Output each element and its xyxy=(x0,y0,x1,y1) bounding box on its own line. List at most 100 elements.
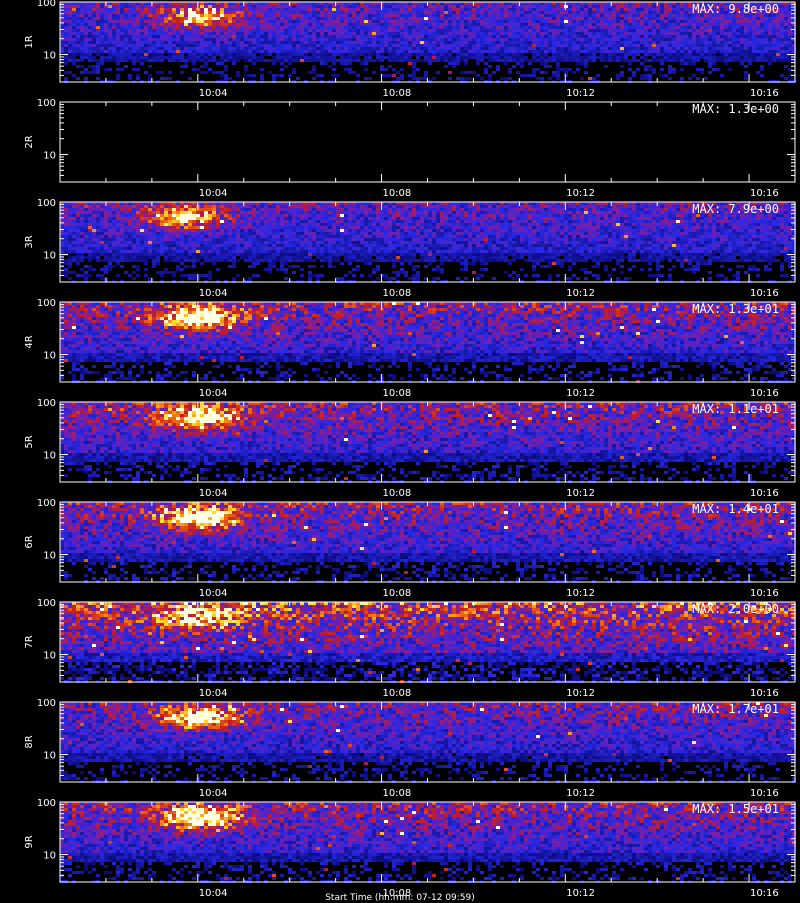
heatmap-cell xyxy=(184,11,188,14)
heatmap-cell xyxy=(676,23,680,26)
heatmap-cell xyxy=(464,41,468,44)
heatmap-cell xyxy=(524,35,528,38)
heatmap-cell xyxy=(680,50,684,53)
heatmap-cell xyxy=(88,32,92,35)
heatmap-cell xyxy=(652,71,656,74)
heatmap-cell xyxy=(304,32,308,35)
heatmap-cell xyxy=(784,23,788,26)
heatmap-cell xyxy=(448,41,452,44)
heatmap-cell xyxy=(168,232,172,235)
heatmap-cell xyxy=(460,59,464,62)
heatmap-cell xyxy=(132,250,136,253)
heatmap-cell xyxy=(512,53,516,56)
heatmap-cell xyxy=(528,26,532,29)
heatmap-cell xyxy=(220,50,224,53)
heatmap-cell xyxy=(244,68,248,71)
heatmap-cell xyxy=(64,59,68,62)
heatmap-cell xyxy=(204,235,208,238)
heatmap-cell xyxy=(480,14,484,17)
heatmap-cell xyxy=(548,23,552,26)
heatmap-cell xyxy=(320,32,324,35)
heatmap-cell xyxy=(108,265,112,268)
heatmap-cell xyxy=(216,41,220,44)
heatmap-cell xyxy=(652,56,656,59)
heatmap-cell xyxy=(376,23,380,26)
heatmap-cell xyxy=(84,205,88,208)
heatmap-cell xyxy=(116,20,120,23)
heatmap-cell xyxy=(484,5,488,8)
heatmap-cell xyxy=(576,59,580,62)
heatmap-cell xyxy=(68,229,72,232)
heatmap-cell xyxy=(696,50,700,53)
heatmap-cell xyxy=(144,23,148,26)
heatmap-cell xyxy=(96,259,100,262)
heatmap-cell xyxy=(128,208,132,211)
heatmap-cell xyxy=(196,53,200,56)
heatmap-cell xyxy=(460,41,464,44)
heatmap-cell xyxy=(180,47,184,50)
heatmap-cell xyxy=(376,29,380,32)
heatmap-cell xyxy=(332,38,336,41)
heatmap-cell xyxy=(680,23,684,26)
heatmap-cell xyxy=(156,229,160,232)
heatmap-cell xyxy=(208,208,212,211)
heatmap-cell xyxy=(624,14,628,17)
heatmap-cell xyxy=(424,11,428,14)
heatmap-cell xyxy=(372,53,376,56)
heatmap-cell xyxy=(204,229,208,232)
heatmap-cell xyxy=(456,20,460,23)
heatmap-cell xyxy=(64,5,68,8)
heatmap-cell xyxy=(500,50,504,53)
heatmap-cell xyxy=(252,17,256,20)
heatmap-cell xyxy=(96,208,100,211)
heatmap-cell xyxy=(400,47,404,50)
heatmap-cell xyxy=(264,47,268,50)
heatmap-cell xyxy=(324,11,328,14)
heatmap-cell xyxy=(108,47,112,50)
heatmap-cell xyxy=(468,14,472,17)
heatmap-cell xyxy=(748,35,752,38)
heatmap-cell xyxy=(128,20,132,23)
heatmap-cell xyxy=(640,35,644,38)
heatmap-cell xyxy=(456,8,460,11)
heatmap-cell xyxy=(100,29,104,32)
heatmap-cell xyxy=(88,44,92,47)
heatmap-cell xyxy=(176,41,180,44)
heatmap-cell xyxy=(352,56,356,59)
heatmap-cell xyxy=(644,32,648,35)
heatmap-cell xyxy=(336,11,340,14)
heatmap-cell xyxy=(84,44,88,47)
heatmap-cell xyxy=(324,32,328,35)
heatmap-cell xyxy=(276,35,280,38)
heatmap-cell xyxy=(360,14,364,17)
heatmap-cell xyxy=(72,17,76,20)
heatmap-cell xyxy=(92,68,96,71)
heatmap-cell xyxy=(268,44,272,47)
heatmap-cell xyxy=(620,14,624,17)
heatmap-cell xyxy=(532,74,536,77)
heatmap-cell xyxy=(344,23,348,26)
heatmap-cell xyxy=(536,14,540,17)
heatmap-cell xyxy=(300,11,304,14)
heatmap-cell xyxy=(272,20,276,23)
heatmap-cell xyxy=(528,62,532,65)
heatmap-cell xyxy=(268,29,272,32)
heatmap-cells xyxy=(60,2,796,83)
heatmap-cell xyxy=(200,41,204,44)
heatmap-cell xyxy=(192,5,196,8)
heatmap-cell xyxy=(156,223,160,226)
heatmap-cell xyxy=(276,32,280,35)
heatmap-cell xyxy=(756,50,760,53)
heatmap-cell xyxy=(172,38,176,41)
heatmap-cell xyxy=(72,244,76,247)
heatmap-cell xyxy=(312,23,316,26)
heatmap-cell xyxy=(512,29,516,32)
heatmap-cell xyxy=(184,56,188,59)
heatmap-cell xyxy=(768,56,772,59)
heatmap-cell xyxy=(364,5,368,8)
heatmap-cell xyxy=(472,23,476,26)
heatmap-cell xyxy=(576,68,580,71)
heatmap-cell xyxy=(64,232,68,235)
heatmap-cell xyxy=(380,65,384,68)
heatmap-cell xyxy=(92,244,96,247)
